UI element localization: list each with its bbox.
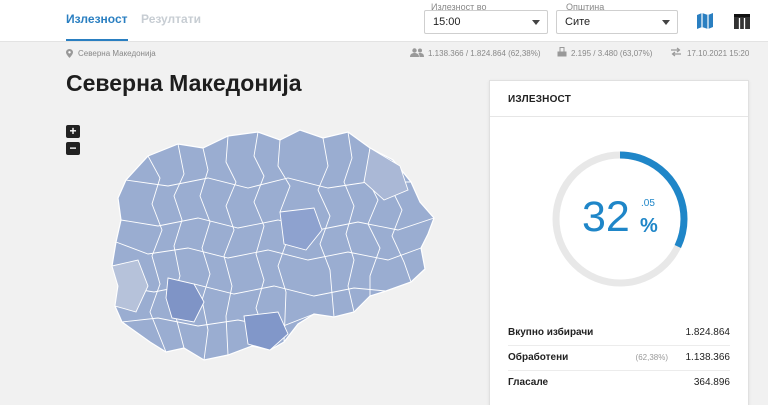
stat-row-processed: Обработени (62,38%) 1.138.366 (508, 346, 730, 371)
turnout-time-value: 15:00 (433, 16, 461, 28)
location-pin-icon (66, 49, 73, 60)
table-icon (734, 14, 750, 29)
sync-arrows-icon (670, 47, 682, 59)
zoom-out-button[interactable]: − (66, 142, 80, 155)
stat-value: 1.824.864 (685, 327, 731, 338)
stat-label: Гласале (508, 377, 549, 388)
gauge-integer: 32 (582, 193, 630, 241)
stat-value: 1.138.366 (685, 352, 731, 363)
page-title: Северна Македонија (66, 70, 302, 96)
stat-value: 364.896 (693, 377, 730, 388)
municipality-map[interactable] (108, 126, 448, 362)
turnout-card: ИЗЛЕЗНОСТ 32 .05 % Вкупно избирачи 1.824… (489, 80, 749, 405)
chevron-down-icon (532, 20, 540, 25)
zoom-in-button[interactable]: + (66, 125, 80, 138)
municipality-select[interactable]: Сите (556, 10, 678, 34)
breadcrumb-location: Северна Македонија (78, 49, 156, 58)
card-title: ИЗЛЕЗНОСТ (490, 81, 748, 117)
stations-stat: 2.195 / 3.480 (63,07%) (571, 49, 653, 58)
stat-label: Вкупно избирачи (508, 327, 594, 338)
info-bar: Северна Македонија 1.138.366 / 1.824.864… (0, 43, 768, 63)
last-updated: 17.10.2021 15:20 (687, 49, 750, 58)
gauge-decimal: .05 (641, 198, 655, 209)
municipality-value: Сите (565, 16, 591, 28)
turnout-time-select[interactable]: 15:00 (424, 10, 548, 34)
gauge-unit: % (640, 215, 658, 237)
stat-percent: (62,38%) (635, 353, 668, 362)
stat-row-voted: Гласале 364.896 (508, 371, 730, 396)
users-icon (410, 48, 424, 59)
table-view-button[interactable] (731, 10, 753, 32)
map-view-button[interactable] (694, 10, 716, 32)
voters-stat: 1.138.366 / 1.824.864 (62,38%) (428, 49, 541, 58)
tab-turnout[interactable]: Излезност (66, 12, 128, 41)
stat-label: Обработени (508, 352, 569, 363)
top-bar: Излезност Резултати Излезност во 15:00 О… (0, 0, 768, 42)
tab-results[interactable]: Резултати (141, 12, 201, 26)
chevron-down-icon (662, 20, 670, 25)
map-icon (697, 13, 713, 29)
stat-row-total-voters: Вкупно избирачи 1.824.864 (508, 321, 730, 346)
ballot-box-icon (557, 47, 567, 59)
